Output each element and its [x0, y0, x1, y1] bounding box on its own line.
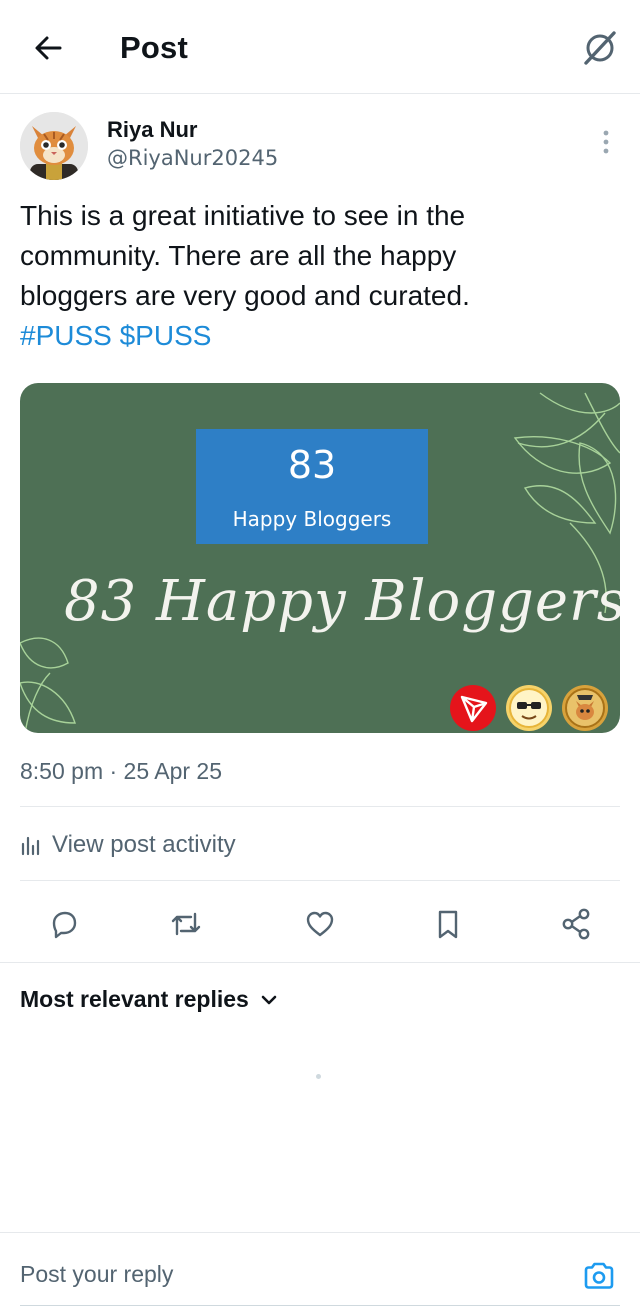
- arrow-left-icon: [35, 36, 62, 60]
- post-text-line: bloggers are very good and curated.: [20, 280, 470, 311]
- chevron-down-icon: [261, 995, 277, 1004]
- back-button[interactable]: [22, 24, 74, 72]
- view-post-activity[interactable]: View post activity: [20, 828, 236, 862]
- reply-input-underline: [20, 1305, 620, 1306]
- reply-input[interactable]: [20, 1261, 540, 1288]
- image-script-title: 83 Happy Bloggers: [64, 569, 620, 634]
- view-post-activity-label: View post activity: [52, 831, 236, 858]
- post-image[interactable]: 83 Happy Bloggers 83 Happy Bloggers: [20, 383, 620, 733]
- repost-button[interactable]: [162, 900, 210, 948]
- cat-avatar-icon: [20, 112, 88, 180]
- author-name[interactable]: Riya Nur: [107, 117, 197, 143]
- blogger-count-label: Happy Bloggers: [232, 507, 392, 531]
- like-button[interactable]: [296, 900, 344, 948]
- analytics-icon: [21, 836, 40, 856]
- post-text-line: This is a great initiative to see in the: [20, 200, 466, 231]
- grok-icon: [584, 31, 616, 65]
- bookmark-icon: [438, 910, 458, 939]
- post-text-line: community. There are all the happy: [20, 240, 457, 271]
- author-handle[interactable]: @RiyaNur20245: [107, 146, 278, 170]
- camera-button[interactable]: [578, 1255, 620, 1297]
- puss-coin-icon: [562, 685, 608, 731]
- post-text: This is a great initiative to see in the…: [20, 196, 620, 356]
- section-divider: [0, 962, 640, 963]
- reply-composer: [0, 1232, 640, 1316]
- like-icon: [306, 911, 334, 937]
- post-actions: [0, 896, 640, 952]
- grok-button[interactable]: [576, 24, 624, 72]
- blogger-count: 83: [287, 443, 337, 487]
- sunglasses-coin-icon: [506, 685, 552, 731]
- loading-indicator: [316, 1074, 321, 1079]
- blogger-count-box: 83 Happy Bloggers: [196, 429, 428, 544]
- more-options-button[interactable]: [590, 124, 622, 160]
- replies-sort-dropdown[interactable]: Most relevant replies: [20, 986, 277, 1013]
- cashtag-link[interactable]: $PUSS: [120, 320, 212, 351]
- share-button[interactable]: [552, 900, 600, 948]
- tron-logo-icon: [450, 685, 496, 731]
- reply-icon: [52, 911, 77, 939]
- page-title: Post: [120, 30, 188, 65]
- author-avatar[interactable]: [20, 112, 88, 180]
- top-bar: Post: [0, 0, 640, 94]
- hashtag-link[interactable]: #PUSS: [20, 320, 112, 351]
- divider: [20, 880, 620, 881]
- reply-button[interactable]: [40, 900, 88, 948]
- replies-sort-label: Most relevant replies: [20, 986, 249, 1012]
- divider: [20, 806, 620, 807]
- post-timestamp[interactable]: 8:50 pm · 25 Apr 25: [20, 758, 222, 785]
- repost-icon: [171, 912, 201, 936]
- share-icon: [562, 908, 590, 940]
- more-vertical-icon: [603, 130, 609, 154]
- bookmark-button[interactable]: [424, 900, 472, 948]
- camera-icon: [584, 1262, 614, 1289]
